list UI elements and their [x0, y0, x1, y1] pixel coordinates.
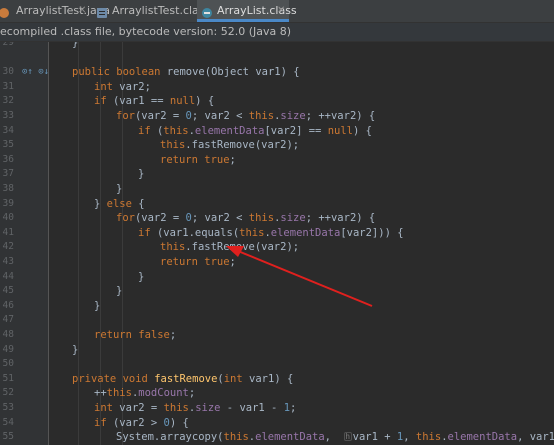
annotation-arrow: [226, 246, 373, 307]
